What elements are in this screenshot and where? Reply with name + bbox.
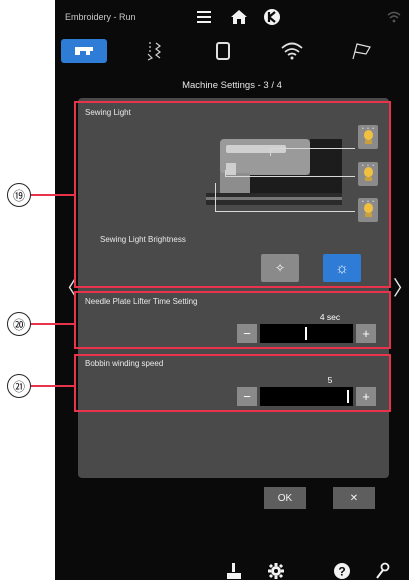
svg-text:?: ? — [338, 565, 345, 579]
callout-box-bobbin — [74, 354, 391, 412]
help-icon[interactable]: ? — [331, 562, 353, 580]
cancel-button[interactable]: ✕ — [333, 487, 375, 509]
callout-number-19: ⑲ — [7, 183, 31, 207]
callout-number-21: ㉑ — [7, 374, 31, 398]
tools-icon[interactable] — [371, 562, 393, 580]
callout-line-19 — [31, 194, 74, 196]
callout-number-20: ⑳ — [7, 312, 31, 336]
stitch-icon — [147, 42, 161, 61]
callout-line-20 — [31, 323, 74, 325]
page-subtitle: Machine Settings - 3 / 4 — [182, 80, 282, 91]
flag-icon — [352, 43, 371, 60]
wifi-icon — [281, 42, 303, 60]
title-bar-text: Embroidery - Run — [65, 12, 136, 22]
tab-stitch[interactable] — [131, 39, 177, 63]
hoop-icon — [216, 42, 230, 60]
callout-box-needle-plate — [74, 291, 391, 349]
tab-sewing[interactable] — [61, 39, 107, 63]
menu-icon[interactable] — [193, 6, 215, 28]
callout-line-21 — [31, 385, 74, 387]
tab-flag[interactable] — [338, 39, 384, 63]
stop-sign-icon[interactable] — [261, 6, 283, 28]
tab-hoop[interactable] — [200, 39, 246, 63]
thread-cutter-icon[interactable] — [223, 562, 245, 580]
wifi-status-icon — [384, 6, 404, 28]
tab-wifi[interactable] — [269, 39, 315, 63]
machine-screen: Embroidery - Run Machine Settings - 3 / … — [55, 0, 409, 580]
home-icon[interactable] — [228, 6, 250, 28]
callout-box-sewing-light — [74, 101, 391, 288]
settings-gear-icon[interactable] — [265, 562, 287, 580]
sewing-machine-icon — [75, 47, 93, 55]
ok-button[interactable]: OK — [264, 487, 306, 509]
next-page-arrow[interactable]: 〉 — [393, 272, 409, 301]
